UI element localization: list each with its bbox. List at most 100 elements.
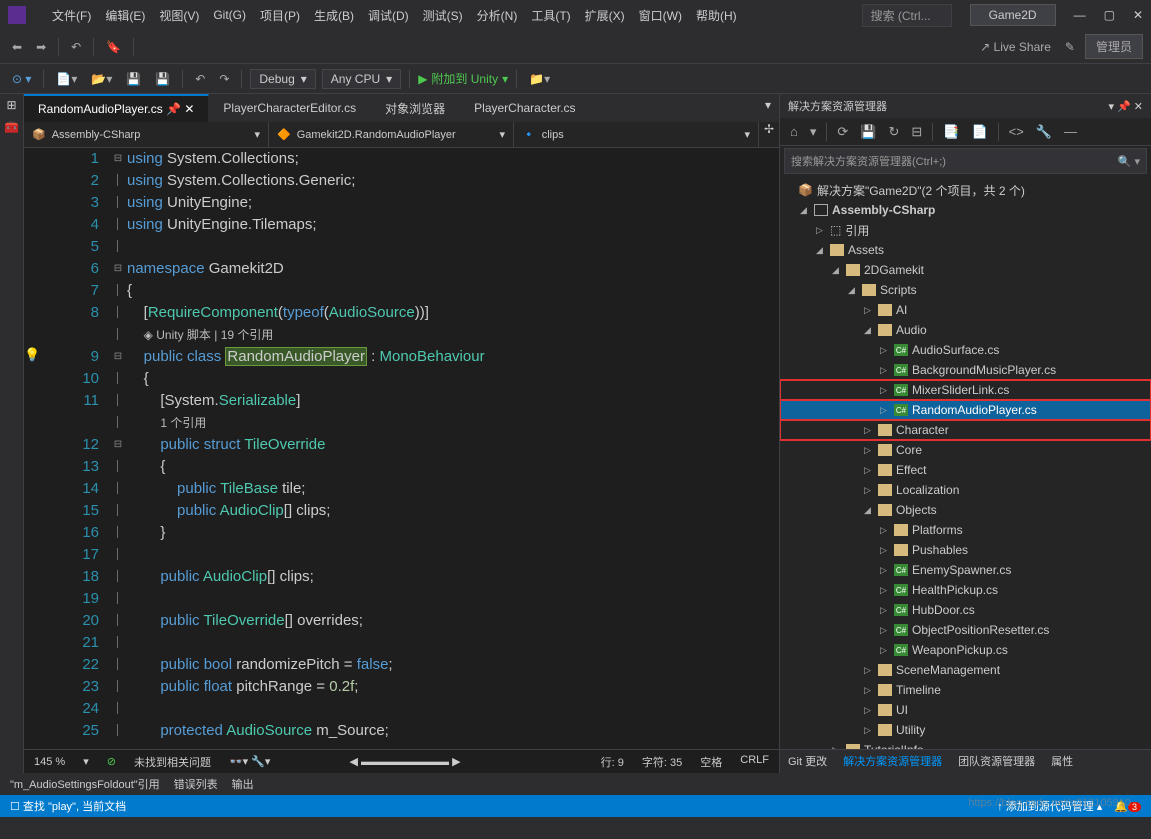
menu-item[interactable]: 扩展(X) [579, 5, 631, 26]
sync-icon[interactable]: ⟳ [833, 122, 852, 142]
tree-item[interactable]: ◢2DGamekit [780, 260, 1151, 280]
tree-item[interactable]: ▷C#BackgroundMusicPlayer.cs [780, 360, 1151, 380]
menu-item[interactable]: 窗口(W) [633, 5, 688, 26]
menu-item[interactable]: 生成(B) [308, 5, 360, 26]
menu-item[interactable]: 分析(N) [471, 5, 524, 26]
issues-label[interactable]: 未找到相关问题 [134, 754, 211, 770]
doc-tab[interactable]: PlayerCharacter.cs [460, 94, 590, 122]
bookmark-icon[interactable]: 🔖 [102, 38, 125, 56]
doc-tab[interactable]: RandomAudioPlayer.cs 📌 ✕ [24, 94, 209, 122]
show-all-icon[interactable]: 📑 [939, 122, 963, 142]
server-explorer-icon[interactable]: ⊞ [6, 98, 16, 112]
output-tab[interactable]: 输出 [232, 776, 254, 792]
menu-item[interactable]: 调试(D) [362, 5, 415, 26]
tree-item[interactable]: ▷UI [780, 700, 1151, 720]
admin-button[interactable]: 管理员 [1085, 34, 1143, 59]
nav-back-button[interactable]: ⊙ ▾ [8, 70, 35, 88]
undo-button[interactable]: ↶ [67, 38, 85, 56]
project-name[interactable]: Game2D [970, 4, 1056, 26]
redo-button[interactable]: ↷ [215, 70, 233, 88]
tree-item[interactable]: ▷Utility [780, 720, 1151, 740]
menu-item[interactable]: 工具(T) [525, 5, 576, 26]
nav-member[interactable]: 🔹 clips▾ [514, 122, 759, 147]
view-code-icon[interactable]: <> [1005, 122, 1028, 141]
toolbox-icon[interactable]: 🧰 [4, 120, 19, 134]
tree-item[interactable]: ▷Character [780, 420, 1151, 440]
live-share-button[interactable]: ↗ Live Share [976, 38, 1055, 56]
back-button[interactable]: ⬅ [8, 38, 26, 56]
minimize-icon[interactable]: — [1074, 8, 1086, 22]
wrench-icon[interactable]: 🔧 [1032, 122, 1056, 142]
forward-button[interactable]: ➡ [32, 38, 50, 56]
menu-item[interactable]: 视图(V) [153, 5, 205, 26]
tree-item[interactable]: ▷C#HealthPickup.cs [780, 580, 1151, 600]
save-icon[interactable]: 💾 [856, 122, 880, 142]
save-all-button[interactable]: 💾 [151, 70, 174, 88]
nav-class[interactable]: 🔶 Gamekit2D.RandomAudioPlayer▾ [269, 122, 514, 147]
open-button[interactable]: 📂▾ [87, 70, 116, 88]
tree-item[interactable]: ▷C#RandomAudioPlayer.cs [780, 400, 1151, 420]
pin-icon[interactable]: ▾ 📌 ✕ [1108, 100, 1143, 113]
vs-logo-icon [8, 6, 26, 24]
maximize-icon[interactable]: ▢ [1104, 8, 1115, 22]
platform-combo[interactable]: Any CPU ▾ [322, 69, 401, 89]
error-list-tab[interactable]: 错误列表 [174, 776, 218, 792]
tree-item[interactable]: ◢Audio [780, 320, 1151, 340]
left-sidebar: ⊞ 🧰 [0, 94, 24, 773]
folder-button[interactable]: 📁▾ [525, 70, 554, 88]
undo-button-2[interactable]: ↶ [191, 70, 209, 88]
tree-item[interactable]: ◢Assembly-CSharp [780, 200, 1151, 220]
home-icon[interactable]: ⌂ [786, 122, 802, 141]
tree-item[interactable]: ▷C#MixerSliderLink.cs [780, 380, 1151, 400]
tree-item[interactable]: ◢Objects [780, 500, 1151, 520]
tree-item[interactable]: ▷Core [780, 440, 1151, 460]
tree-item[interactable]: ▷C#HubDoor.cs [780, 600, 1151, 620]
properties-icon[interactable]: 📄 [967, 122, 991, 142]
zoom-level[interactable]: 145 % [34, 756, 65, 768]
tree-item[interactable]: ▷Pushables [780, 540, 1151, 560]
collapse-icon[interactable]: ⊟ [907, 122, 926, 142]
tree-item[interactable]: ▷SceneManagement [780, 660, 1151, 680]
panel-search[interactable]: 搜索解决方案资源管理器(Ctrl+;)🔍 ▾ [784, 148, 1147, 174]
menu-item[interactable]: 帮助(H) [690, 5, 743, 26]
feedback-icon[interactable]: ✎ [1061, 38, 1079, 56]
panel-tab[interactable]: 属性 [1043, 750, 1081, 773]
doc-tab[interactable]: 对象浏览器 [371, 94, 460, 122]
tree-item[interactable]: ▷C#ObjectPositionResetter.cs [780, 620, 1151, 640]
menu-item[interactable]: Git(G) [207, 6, 252, 24]
doc-tab[interactable]: PlayerCharacterEditor.cs [209, 94, 371, 122]
split-icon[interactable]: ✢ [759, 122, 779, 147]
attach-unity-button[interactable]: ▶ 附加到 Unity ▾ [418, 70, 508, 87]
save-button[interactable]: 💾 [122, 70, 145, 88]
menu-item[interactable]: 文件(F) [46, 5, 97, 26]
more-tabs-icon[interactable]: ▾ [757, 94, 779, 122]
solution-tree[interactable]: 📦解决方案"Game2D"(2 个项目，共 2 个)◢Assembly-CSha… [780, 176, 1151, 749]
menu-item[interactable]: 项目(P) [254, 5, 306, 26]
tree-item[interactable]: ▷C#WeaponPickup.cs [780, 640, 1151, 660]
tree-item[interactable]: ▷⬚引用 [780, 220, 1151, 240]
panel-tab[interactable]: 团队资源管理器 [950, 750, 1043, 773]
new-button[interactable]: 📄▾ [52, 70, 81, 88]
close-icon[interactable]: ✕ [1133, 8, 1143, 22]
refresh-icon[interactable]: ↻ [884, 122, 903, 142]
nav-assembly[interactable]: 📦 Assembly-CSharp▾ [24, 122, 269, 147]
tree-item[interactable]: ▷Timeline [780, 680, 1151, 700]
tree-item[interactable]: ▷Platforms [780, 520, 1151, 540]
find-ref-label[interactable]: "m_AudioSettingsFoldout"引用 [10, 776, 160, 792]
search-input[interactable]: 搜索 (Ctrl... [862, 4, 952, 27]
panel-tab[interactable]: 解决方案资源管理器 [835, 750, 950, 773]
tree-item[interactable]: ▷Effect [780, 460, 1151, 480]
menu-item[interactable]: 编辑(E) [99, 5, 151, 26]
tree-item[interactable]: ▷AI [780, 300, 1151, 320]
tree-item[interactable]: ▷C#EnemySpawner.cs [780, 560, 1151, 580]
tree-item[interactable]: ▷Localization [780, 480, 1151, 500]
config-combo[interactable]: Debug ▾ [250, 69, 315, 89]
tree-item[interactable]: ◢Assets [780, 240, 1151, 260]
tree-item[interactable]: ▷C#AudioSurface.cs [780, 340, 1151, 360]
menu-item[interactable]: 测试(S) [417, 5, 469, 26]
tree-item[interactable]: ◢Scripts [780, 280, 1151, 300]
panel-tab[interactable]: Git 更改 [780, 750, 835, 773]
tree-item[interactable]: ▷TutorialInfo [780, 740, 1151, 749]
code-editor[interactable]: 💡 12345678910111213141516171819202122232… [24, 148, 779, 749]
tree-item[interactable]: 📦解决方案"Game2D"(2 个项目，共 2 个) [780, 180, 1151, 200]
